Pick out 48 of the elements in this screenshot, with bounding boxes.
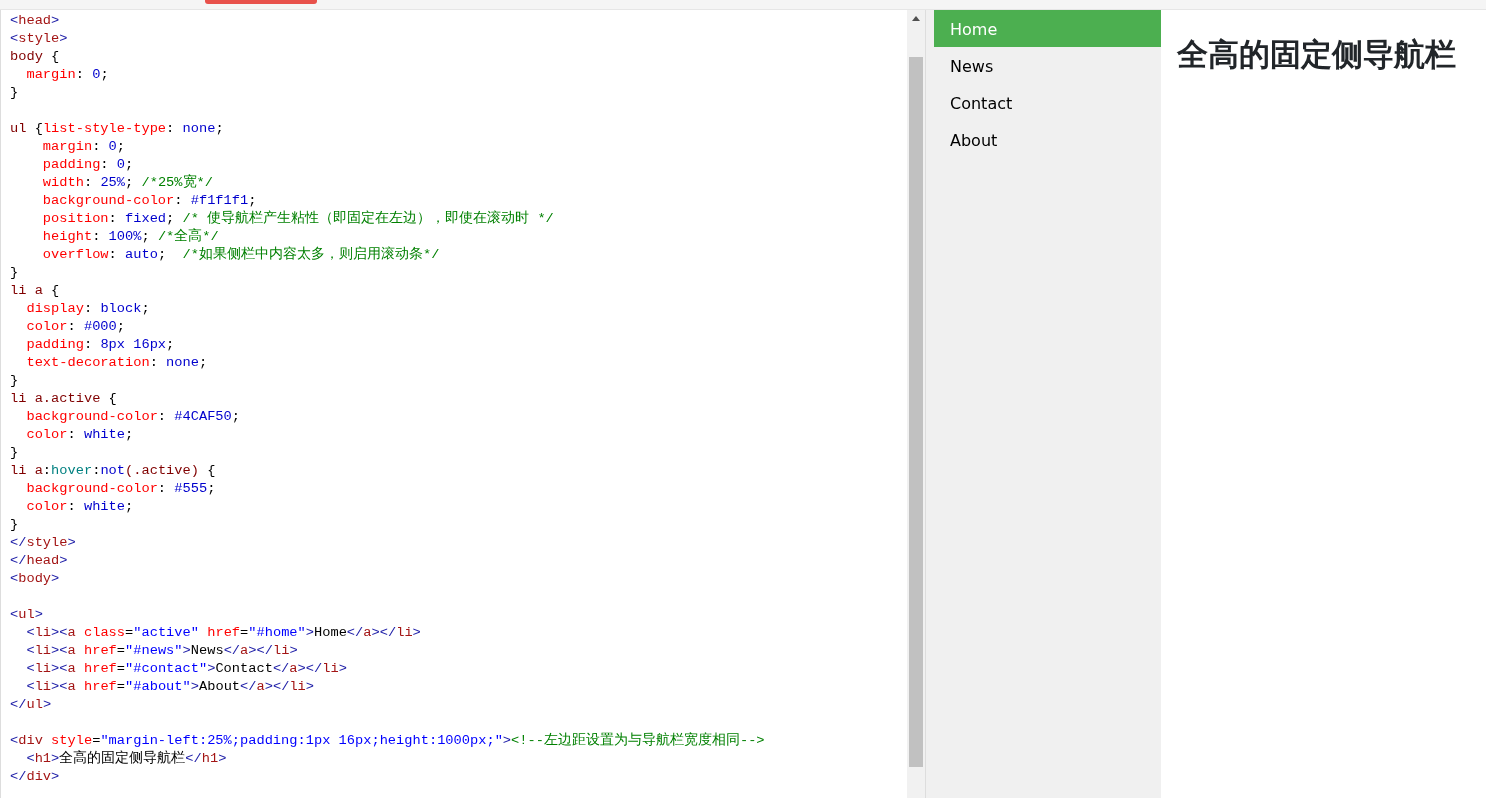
- code-line: background-color: #f1f1f1;: [41, 192, 258, 210]
- code-line: }: [10, 372, 20, 390]
- code-line: text-decoration: none;: [25, 354, 209, 372]
- code-line: <ul>: [10, 606, 44, 624]
- code-line: </div>: [10, 768, 61, 786]
- code-line: </style>: [10, 534, 77, 552]
- scrollbar-thumb[interactable]: [909, 57, 923, 767]
- code-line: <h1>全高的固定侧导航栏</h1>: [25, 750, 228, 768]
- code-line: body {: [10, 48, 61, 66]
- code-line: <head>: [10, 12, 61, 30]
- code-line: li a.active {: [10, 390, 118, 408]
- nav-link[interactable]: News: [934, 47, 1161, 84]
- code-line: </ul>: [10, 696, 53, 714]
- code-line: color: #000;: [25, 318, 126, 336]
- code-line: padding: 0;: [41, 156, 135, 174]
- code-line: <body>: [10, 570, 61, 588]
- code-line: position: fixed; /* 使导航栏产生粘性（即固定在左边），即使在滚动时 */: [41, 210, 555, 228]
- code-line: color: white;: [25, 498, 135, 516]
- code-line: overflow: auto; /*如果侧栏中内容太多，则启用滚动条*/: [41, 246, 441, 264]
- code-line: <style>: [10, 30, 69, 48]
- code-line: }: [10, 516, 20, 534]
- code-line: height: 100%; /*全高*/: [41, 228, 220, 246]
- code-line: background-color: #555;: [25, 480, 217, 498]
- code-line: <li><a href="#contact">Contact</a></li>: [25, 660, 348, 678]
- code-line: }: [10, 264, 20, 282]
- splitter[interactable]: [925, 10, 934, 798]
- code-line: }: [10, 84, 20, 102]
- code-line: </head>: [10, 552, 69, 570]
- code-line: li a:hover:not(.active) {: [10, 462, 217, 480]
- nav-link[interactable]: Contact: [934, 84, 1161, 121]
- code-line: display: block;: [25, 300, 151, 318]
- code-line: <li><a href="#news">News</a></li>: [25, 642, 299, 660]
- code-line: width: 25%; /*25%宽*/: [41, 174, 214, 192]
- code-line: }: [10, 444, 20, 462]
- code-line: ul {list-style-type: none;: [10, 120, 225, 138]
- code-line: <li><a class="active" href="#home">Home</a></li>: [25, 624, 422, 642]
- nav-link[interactable]: About: [934, 121, 1161, 158]
- code-line: margin: 0;: [41, 138, 126, 156]
- page-heading: 全高的固定侧导航栏: [1177, 36, 1457, 74]
- scroll-up-icon[interactable]: [912, 16, 920, 21]
- code-line: <div style="margin-left:25%;padding:1px 16px;height:1000px;"><!--左边距设置为与导航栏宽度相同-->: [10, 732, 766, 750]
- scrollbar[interactable]: [907, 10, 925, 798]
- code-line: <li><a href="#about">About</a></li>: [25, 678, 316, 696]
- code-line: background-color: #4CAF50;: [25, 408, 241, 426]
- code-line: color: white;: [25, 426, 135, 444]
- code-line: padding: 8px 16px;: [25, 336, 176, 354]
- code-line: li a {: [10, 282, 61, 300]
- code-line: margin: 0;: [25, 66, 110, 84]
